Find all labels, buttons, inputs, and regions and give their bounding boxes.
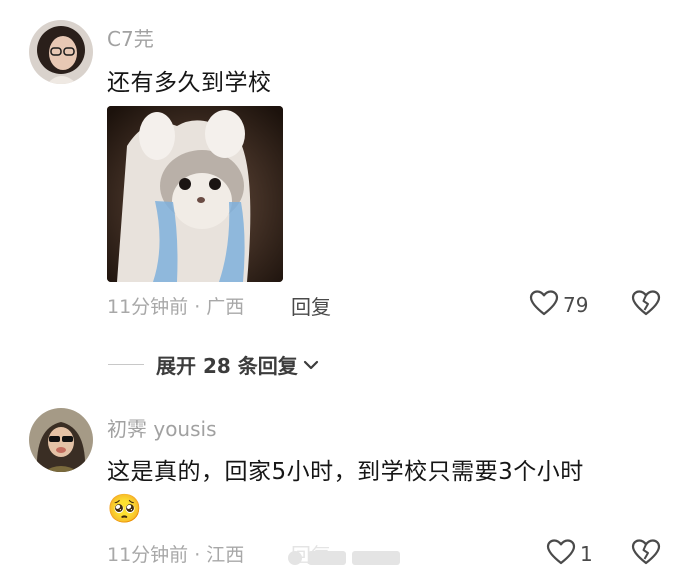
expand-replies-button[interactable]: 展开 28 条回复 <box>108 350 320 379</box>
username[interactable]: C7芫 <box>107 23 154 52</box>
like-count: 79 <box>563 293 589 317</box>
expand-replies-label: 展开 28 条回复 <box>156 354 298 378</box>
timestamp-location: 11分钟前 · 江西 <box>107 544 245 566</box>
avatar[interactable] <box>29 408 93 472</box>
watermark <box>282 544 416 572</box>
comment-text: 还有多久到学校 <box>107 70 272 96</box>
avatar[interactable] <box>29 20 93 84</box>
dislike-button[interactable] <box>631 289 661 321</box>
divider <box>108 364 144 365</box>
broken-heart-icon <box>631 538 661 570</box>
timestamp-location: 11分钟前 · 广西 <box>107 296 245 318</box>
broken-heart-icon <box>631 289 661 321</box>
watermark-mark <box>308 551 346 565</box>
like-button[interactable]: 79 <box>529 289 588 321</box>
heart-outline-icon <box>529 289 559 321</box>
sticker-image[interactable] <box>107 106 283 282</box>
username[interactable]: 初霁 yousis <box>107 413 217 442</box>
like-count: 1 <box>580 542 593 566</box>
dislike-button[interactable] <box>631 538 661 570</box>
watermark-mark <box>288 551 302 565</box>
comment-item: C7芫 还有多久到学校 11分钟前 · 广西 回复 79 <box>0 0 690 340</box>
chevron-down-icon <box>302 356 320 374</box>
watermark-mark <box>352 551 400 565</box>
heart-outline-icon <box>546 538 576 570</box>
like-button[interactable]: 1 <box>546 538 593 570</box>
reply-button[interactable]: 回复 <box>291 291 331 320</box>
comment-text: 这是真的，回家5小时，到学校只需要3个小时 <box>107 459 584 485</box>
emoji-pleading-face: 🥺 <box>107 492 142 525</box>
